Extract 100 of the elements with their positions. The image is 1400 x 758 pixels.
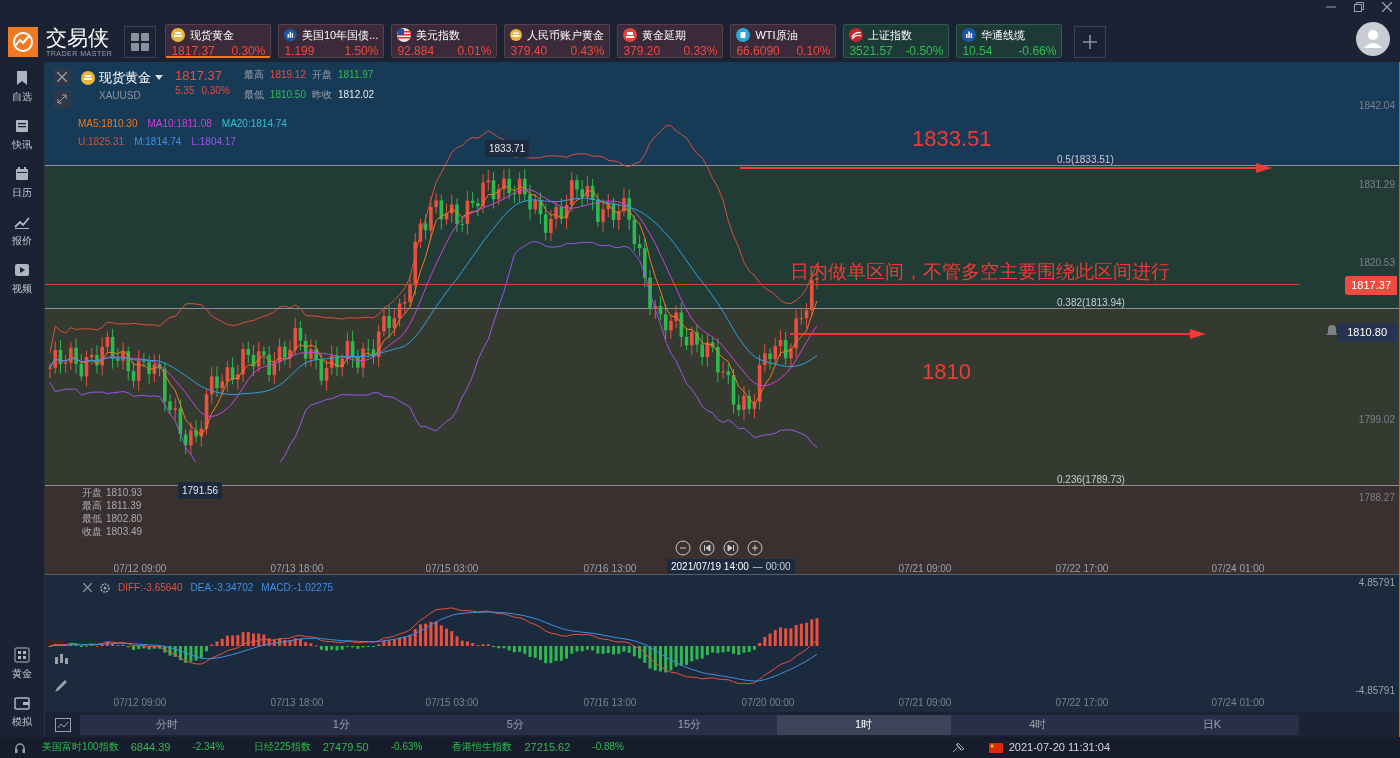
- sidebar-item[interactable]: 模拟: [12, 695, 32, 729]
- candlestick-icon[interactable]: [53, 653, 69, 667]
- ticker-change: -2.34%: [192, 740, 225, 755]
- range-annotation: 日内做单区间，不管多空主要围绕此区间进行: [790, 260, 1170, 284]
- restore-icon[interactable]: [1354, 2, 1364, 12]
- pencil-icon[interactable]: [53, 679, 69, 693]
- quote-price: 92.884: [397, 43, 435, 58]
- time-axis-label: 07/22 17:00: [1055, 562, 1109, 576]
- quote-price: 3521.57: [849, 43, 893, 58]
- close-icon: [57, 72, 67, 82]
- macd-value: MACD:-1.02275: [261, 581, 333, 595]
- price-change: 5.35: [175, 84, 195, 98]
- plus-icon: [1082, 34, 1099, 50]
- quote-change: 0.43%: [570, 43, 605, 58]
- ticker-name: 日经225指数: [254, 740, 311, 755]
- quote-price: 379.20: [623, 43, 661, 58]
- quote-card[interactable]: 华通线缆 10.54 -0.66%: [956, 24, 1063, 58]
- close-icon[interactable]: [1382, 2, 1392, 12]
- quote-name: 现货黄金: [190, 28, 235, 43]
- time-axis-label: 07/21 09:00: [898, 562, 952, 576]
- time-axis-label: 07/15 03:00: [425, 562, 479, 576]
- coin-icon: [171, 28, 186, 43]
- quote-card[interactable]: 美元指数 92.884 0.01%: [391, 24, 498, 58]
- ticker-value: 27215.62: [524, 740, 571, 756]
- ticker-change: -0.88%: [592, 740, 624, 755]
- collapse-icon: [57, 94, 67, 104]
- macd-value: DEA:-3.34702: [190, 581, 254, 595]
- quote-name: 美元指数: [416, 28, 461, 43]
- timeframe-tab[interactable]: 分时: [80, 714, 255, 735]
- settings-icon[interactable]: [100, 582, 110, 593]
- sidebar-item[interactable]: 报价: [12, 214, 32, 248]
- logo-icon: [8, 27, 38, 57]
- low-price-label: 1791.56: [178, 482, 223, 499]
- stat-value: 1811.97: [338, 68, 375, 82]
- zoom-in-icon[interactable]: [747, 540, 763, 556]
- time-axis-label: 07/16 13:00: [583, 696, 637, 710]
- sidebar-item[interactable]: 日历: [12, 166, 32, 200]
- collapse-button[interactable]: [53, 90, 71, 108]
- quote-card[interactable]: 黄金延期 379.20 0.33%: [617, 24, 724, 58]
- stat-value: 1819.12: [269, 68, 306, 82]
- time-axis-label: 07/12 09:00: [113, 562, 167, 576]
- add-button[interactable]: [1074, 26, 1107, 58]
- avatar-icon[interactable]: [1356, 22, 1390, 56]
- coin-icon: [510, 28, 523, 43]
- quote-change: 0.33%: [683, 43, 718, 58]
- line-chart-icon[interactable]: [54, 717, 71, 732]
- quote-card[interactable]: 上证指数 3521.57 -0.50%: [843, 24, 950, 58]
- price-change-percent: 0.30%: [201, 84, 230, 98]
- app-name: 交易侠: [46, 27, 110, 48]
- ticker-change: -0.63%: [390, 740, 423, 755]
- sidebar-item[interactable]: 自选: [12, 70, 32, 104]
- quote-change: 0.01%: [457, 43, 492, 58]
- current-price-tag: 1817.37: [1345, 276, 1397, 295]
- quote-name: 上证指数: [868, 28, 913, 43]
- timeframe-tab[interactable]: 1分: [254, 714, 429, 735]
- pin-icon[interactable]: [950, 741, 965, 754]
- quote-price: 10.54: [962, 43, 993, 58]
- quote-card[interactable]: 人民币账户黄金 379.40 0.43%: [504, 24, 611, 58]
- close-button[interactable]: [53, 68, 71, 86]
- quote-change: -0.66%: [1018, 43, 1057, 58]
- quote-price: 66.6090: [736, 43, 780, 58]
- sidebar-item[interactable]: 黄金: [12, 647, 32, 681]
- close-icon[interactable]: [83, 583, 92, 592]
- timeframe-tab[interactable]: 1时: [776, 714, 951, 735]
- ticker-value: 27479.50: [322, 740, 369, 756]
- time-axis-label: 07/13 18:00: [270, 562, 324, 576]
- news-icon: [14, 118, 30, 134]
- bar-chart-icon: [962, 28, 977, 43]
- sidebar-item[interactable]: 视频: [12, 262, 32, 296]
- timeframe-tab[interactable]: 4时: [950, 714, 1125, 735]
- indicator-value: MA10:1811.08: [147, 117, 212, 131]
- timeframe-tab[interactable]: 15分: [602, 714, 777, 735]
- zoom-out-icon[interactable]: [675, 540, 691, 556]
- fibonacci-level-label: 0.382(1813.94): [1057, 296, 1125, 310]
- sidebar-item[interactable]: 快讯: [12, 118, 32, 152]
- layout-button[interactable]: [124, 26, 157, 58]
- wallet-icon: [14, 695, 30, 711]
- headset-icon[interactable]: [14, 741, 26, 754]
- price-axis-label: 1842.04: [1358, 99, 1395, 113]
- quote-name: WTI原油: [755, 28, 798, 43]
- skip-forward-icon[interactable]: [723, 540, 739, 556]
- quote-name: 人民币账户黄金: [527, 28, 605, 43]
- instrument-symbol: XAUUSD: [99, 88, 142, 103]
- ohlc-value: 1810.93: [106, 486, 143, 499]
- timeframe-tab[interactable]: 日K: [1124, 714, 1299, 735]
- quote-change: 0.30%: [231, 43, 266, 58]
- instrument-name[interactable]: 现货黄金: [99, 68, 151, 88]
- quote-card[interactable]: 现货黄金 1817.37 0.30%: [165, 24, 272, 58]
- stat-label: 最低: [243, 88, 264, 102]
- fibonacci-level-label: 0.5(1833.51): [1057, 153, 1114, 167]
- quote-card[interactable]: 美国10年国债... 1.199 1.50%: [278, 24, 385, 58]
- quote-card[interactable]: WTI原油 66.6090 0.10%: [730, 24, 837, 58]
- stat-label: 昨收: [312, 88, 332, 102]
- calendar-icon: [14, 166, 30, 182]
- caret-icon[interactable]: [155, 74, 163, 81]
- timeframe-tab[interactable]: 5分: [428, 714, 603, 735]
- skip-back-icon[interactable]: [699, 540, 715, 556]
- indicator-value: MA5:1810.30: [78, 117, 138, 131]
- quote-change: 0.10%: [796, 43, 831, 58]
- bell-icon[interactable]: [1325, 324, 1339, 338]
